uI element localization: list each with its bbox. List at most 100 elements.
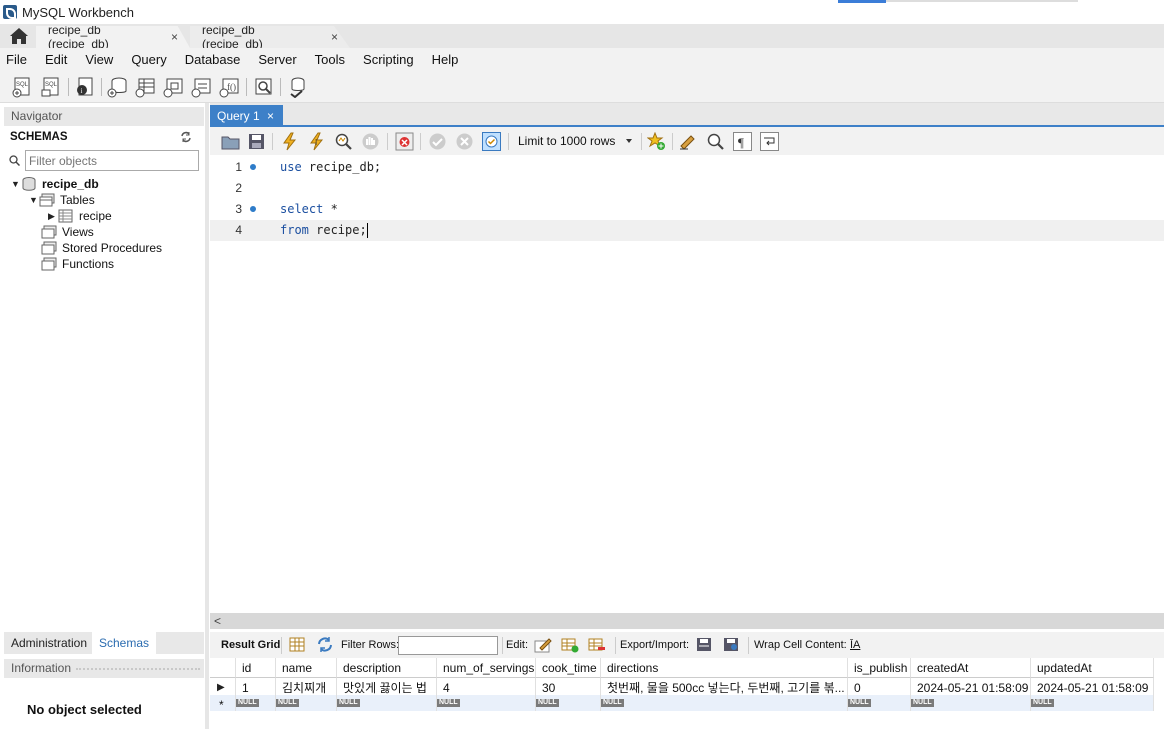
add-snippet-icon[interactable]	[647, 132, 666, 151]
filter-rows-label: Filter Rows:	[341, 639, 400, 651]
line-number: 1	[235, 160, 242, 174]
menu-scripting[interactable]: Scripting	[363, 52, 414, 67]
collapsed-arrow-icon[interactable]: ▶	[48, 211, 58, 222]
save-icon[interactable]	[247, 132, 266, 151]
close-icon[interactable]: ×	[267, 105, 274, 127]
commit-icon[interactable]	[428, 132, 447, 151]
svg-text:SQL: SQL	[45, 82, 58, 88]
sql-editor[interactable]: 1 use recipe_db; 2 3 select * 4 from rec…	[210, 155, 1164, 615]
invisible-chars-icon[interactable]: ¶	[733, 132, 752, 151]
tab-administration[interactable]: Administration	[11, 636, 87, 650]
result-grid-label[interactable]: Result Grid	[221, 639, 280, 651]
menu-server[interactable]: Server	[258, 52, 296, 67]
menu-view[interactable]: View	[85, 52, 113, 67]
edit-row-icon[interactable]	[534, 636, 552, 653]
connection-tab-2[interactable]: recipe_db (recipe_db) ×	[190, 26, 350, 48]
menu-edit[interactable]: Edit	[45, 52, 67, 67]
create-function-icon[interactable]: f()	[219, 76, 241, 98]
tree-item-views[interactable]: Views	[31, 225, 94, 239]
tree-item-stored-procedures[interactable]: Stored Procedures	[31, 241, 162, 255]
export-icon[interactable]	[695, 636, 713, 653]
column-header-num_of_servings[interactable]: num_of_servings	[437, 658, 536, 678]
svg-text:f(): f()	[227, 82, 236, 92]
execute-current-statement-icon[interactable]: I	[307, 132, 326, 151]
refresh-icon[interactable]	[180, 131, 192, 143]
menu-help[interactable]: Help	[432, 52, 459, 67]
wrap-cell-content-icon[interactable]: ĪA	[850, 639, 860, 651]
connection-tab-1[interactable]: recipe_db (recipe_db) ×	[36, 26, 190, 48]
connection-tab-bar: recipe_db (recipe_db) × recipe_db (recip…	[0, 24, 1164, 48]
open-file-icon[interactable]	[221, 132, 240, 151]
search-table-data-icon[interactable]	[253, 76, 275, 98]
menu-database[interactable]: Database	[185, 52, 241, 67]
close-icon[interactable]: ×	[171, 30, 178, 44]
column-header-directions[interactable]: directions	[601, 658, 848, 678]
home-icon[interactable]	[9, 27, 29, 45]
svg-text:I: I	[315, 138, 317, 147]
new-row-cell[interactable]: NULL	[1031, 695, 1154, 711]
inspector-icon[interactable]: i	[74, 76, 96, 98]
new-row-cell[interactable]: NULL	[437, 695, 536, 711]
new-row-cell[interactable]: NULL	[337, 695, 437, 711]
create-procedure-icon[interactable]	[191, 76, 213, 98]
autocommit-toggle-icon[interactable]	[482, 132, 501, 151]
grid-view-icon[interactable]	[288, 636, 306, 653]
editor-toolbar: I Limit to 1000 rows ¶	[210, 127, 1164, 155]
insert-row-icon[interactable]	[561, 636, 579, 653]
toggle-error-stop-icon[interactable]	[395, 132, 414, 151]
new-sql-tab-icon[interactable]: SQL	[11, 76, 33, 98]
no-object-selected-text: No object selected	[27, 702, 142, 717]
navigator-bottom-tabs: Administration Schemas	[4, 632, 204, 654]
reconnect-icon[interactable]	[287, 76, 309, 98]
tab-schemas[interactable]: Schemas	[92, 632, 157, 654]
row-header-corner[interactable]	[210, 658, 236, 678]
tree-item-functions[interactable]: Functions	[31, 257, 114, 271]
column-header-name[interactable]: name	[276, 658, 337, 678]
tree-item-tables[interactable]: ▼ Tables	[29, 193, 95, 207]
new-row-cell[interactable]: NULL	[236, 695, 276, 711]
new-row-cell[interactable]: NULL	[848, 695, 911, 711]
export-import-label: Export/Import:	[620, 639, 690, 651]
refresh-icon[interactable]	[316, 636, 334, 653]
tree-item-schema[interactable]: ▼ recipe_db	[11, 177, 99, 191]
column-header-updatedAt[interactable]: updatedAt	[1031, 658, 1154, 678]
menu-query[interactable]: Query	[131, 52, 166, 67]
rollback-icon[interactable]	[455, 132, 474, 151]
import-icon[interactable]	[722, 636, 740, 653]
expanded-arrow-icon[interactable]: ▼	[29, 195, 39, 205]
column-header-createdAt[interactable]: createdAt	[911, 658, 1031, 678]
new-row-cell[interactable]: NULL	[601, 695, 848, 711]
explain-icon[interactable]	[334, 132, 353, 151]
column-header-is_publish[interactable]: is_publish	[848, 658, 911, 678]
stop-icon[interactable]	[361, 132, 380, 151]
column-header-cook_time[interactable]: cook_time	[536, 658, 601, 678]
menu-tools[interactable]: Tools	[315, 52, 345, 67]
close-icon[interactable]: ×	[331, 30, 338, 44]
expanded-arrow-icon[interactable]: ▼	[11, 179, 21, 189]
tab-query-1[interactable]: Query 1 ×	[210, 105, 283, 127]
create-view-icon[interactable]	[163, 76, 185, 98]
word-wrap-icon[interactable]	[760, 132, 779, 151]
new-row-cell[interactable]: NULL	[536, 695, 601, 711]
find-icon[interactable]	[706, 132, 725, 151]
column-header-description[interactable]: description	[337, 658, 437, 678]
horizontal-scrollbar[interactable]: <	[210, 613, 1164, 629]
scroll-left-arrow-icon[interactable]: <	[214, 614, 221, 628]
line-number: 3	[235, 202, 242, 216]
new-row-cell[interactable]: NULL	[276, 695, 337, 711]
column-header-id[interactable]: id	[236, 658, 276, 678]
tree-item-recipe-table[interactable]: ▶ recipe	[48, 209, 112, 223]
information-title: Information	[11, 661, 72, 675]
menu-file[interactable]: File	[6, 52, 27, 67]
open-sql-script-icon[interactable]: SQL	[40, 76, 62, 98]
execute-lightning-icon[interactable]	[280, 132, 299, 151]
limit-rows-select[interactable]: Limit to 1000 rows	[516, 132, 634, 151]
delete-row-icon[interactable]	[588, 636, 606, 653]
beautify-icon[interactable]	[679, 132, 698, 151]
filter-objects-input[interactable]	[25, 150, 199, 171]
new-row-cell[interactable]: NULL	[911, 695, 1031, 711]
create-table-icon[interactable]	[135, 76, 157, 98]
filter-rows-input[interactable]	[398, 636, 498, 655]
title-gray-strip	[886, 0, 1078, 2]
create-schema-icon[interactable]	[107, 76, 129, 98]
